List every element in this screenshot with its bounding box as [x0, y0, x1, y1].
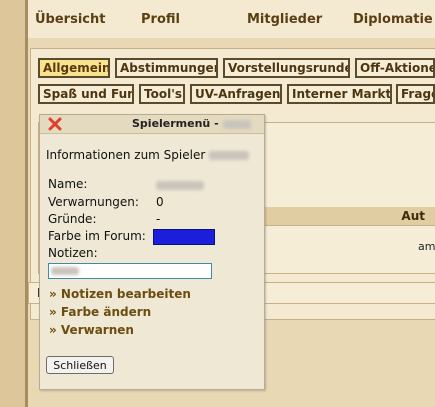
- nav-profil[interactable]: Profil: [141, 12, 180, 27]
- nav-diplomatie[interactable]: Diplomatie: [353, 12, 433, 27]
- tab-interner-markt[interactable]: Interner Markt: [287, 84, 392, 104]
- tab-abstimmungen[interactable]: Abstimmungen: [115, 58, 218, 78]
- popup-titlebar: Spielermenü -: [40, 115, 264, 134]
- warn-player-link[interactable]: » Verwarnen: [49, 323, 134, 337]
- info-heading: Informationen zum Spieler: [46, 148, 250, 162]
- label-warnings: Verwarnungen:: [48, 195, 139, 209]
- blurred-name-value: [156, 181, 204, 190]
- nav-mitglieder[interactable]: Mitglieder: [247, 12, 322, 27]
- page-left-border: [0, 0, 28, 407]
- tab-spass-und-fun[interactable]: Spaß und Fun: [38, 84, 134, 104]
- tab-off-aktionen[interactable]: Off-Aktione: [355, 58, 435, 78]
- blurred-player-name: [222, 119, 251, 129]
- tab-tools[interactable]: Tool's: [139, 84, 185, 104]
- close-icon[interactable]: [48, 117, 62, 131]
- notes-field[interactable]: [48, 263, 212, 279]
- label-name: Name:: [48, 177, 88, 191]
- top-navigation: Übersicht Profil Mitglieder Diplomatie: [28, 0, 435, 39]
- tab-vorstellungsrunde[interactable]: Vorstellungsrunde: [223, 58, 350, 78]
- player-menu-popup: Spielermenü - Informationen zum Spieler …: [39, 114, 265, 390]
- edit-notes-link[interactable]: » Notizen bearbeiten: [49, 287, 191, 301]
- table-header-author: Aut: [401, 209, 425, 223]
- forum-color-swatch: [153, 229, 215, 245]
- blurred-notes-text: [51, 267, 79, 275]
- blurred-player-name: [209, 151, 250, 160]
- label-notes: Notizen:: [48, 246, 98, 260]
- label-reasons: Gründe:: [48, 212, 97, 226]
- nav-uebersicht[interactable]: Übersicht: [35, 12, 105, 27]
- popup-title: Spielermenü -: [132, 117, 251, 130]
- tab-fragen[interactable]: Frage: [396, 84, 435, 104]
- value-warnings: 0: [156, 195, 164, 209]
- tab-allgemein[interactable]: Allgemein: [38, 58, 110, 78]
- label-forum-color: Farbe im Forum:: [48, 229, 146, 243]
- value-reasons: -: [156, 212, 161, 226]
- table-cell-author: am: [418, 240, 435, 253]
- change-color-link[interactable]: » Farbe ändern: [49, 305, 151, 319]
- close-button[interactable]: Schließen: [46, 356, 114, 374]
- tab-uv-anfragen[interactable]: UV-Anfragen: [190, 84, 282, 104]
